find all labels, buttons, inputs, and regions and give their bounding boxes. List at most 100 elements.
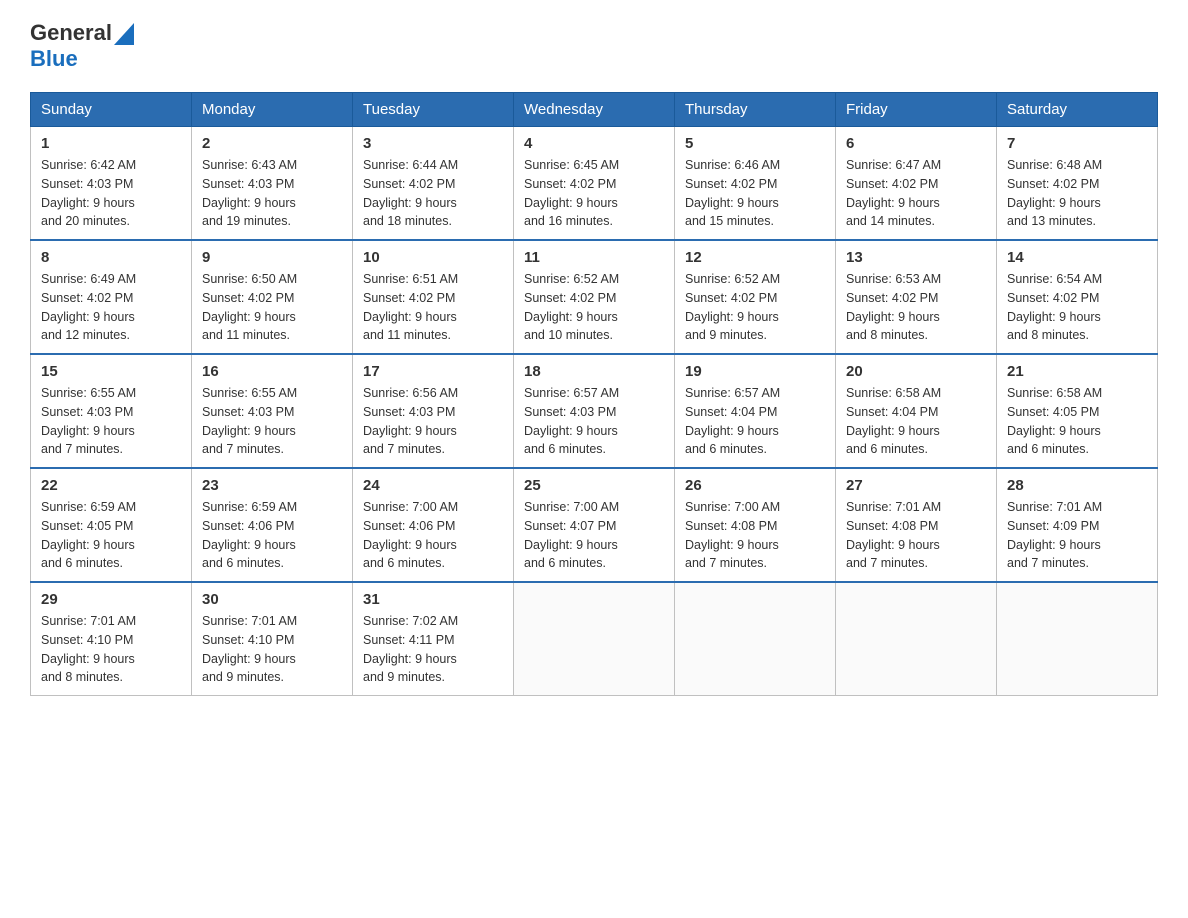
calendar-cell: 3 Sunrise: 6:44 AMSunset: 4:02 PMDaylight… <box>353 127 514 241</box>
calendar-cell: 8 Sunrise: 6:49 AMSunset: 4:02 PMDaylight… <box>31 240 192 354</box>
calendar-cell: 17 Sunrise: 6:56 AMSunset: 4:03 PMDayligh… <box>353 354 514 468</box>
calendar-cell: 20 Sunrise: 6:58 AMSunset: 4:04 PMDayligh… <box>836 354 997 468</box>
day-number: 2 <box>202 135 342 152</box>
calendar-cell: 27 Sunrise: 7:01 AMSunset: 4:08 PMDayligh… <box>836 468 997 582</box>
day-info: Sunrise: 6:59 AMSunset: 4:06 PMDaylight:… <box>202 498 342 573</box>
header-wednesday: Wednesday <box>514 93 675 127</box>
day-info: Sunrise: 6:43 AMSunset: 4:03 PMDaylight:… <box>202 156 342 231</box>
calendar-cell: 29 Sunrise: 7:01 AMSunset: 4:10 PMDayligh… <box>31 582 192 696</box>
header-monday: Monday <box>192 93 353 127</box>
day-info: Sunrise: 7:01 AMSunset: 4:10 PMDaylight:… <box>41 612 181 687</box>
day-number: 23 <box>202 477 342 494</box>
day-info: Sunrise: 6:44 AMSunset: 4:02 PMDaylight:… <box>363 156 503 231</box>
day-info: Sunrise: 6:53 AMSunset: 4:02 PMDaylight:… <box>846 270 986 345</box>
calendar-cell: 5Sunrise: 6:46 AMSunset: 4:02 PMDaylight… <box>675 127 836 241</box>
calendar-cell: 9Sunrise: 6:50 AMSunset: 4:02 PMDaylight… <box>192 240 353 354</box>
calendar-cell: 28 Sunrise: 7:01 AMSunset: 4:09 PMDayligh… <box>997 468 1158 582</box>
calendar-week-row: 1Sunrise: 6:42 AMSunset: 4:03 PMDaylight… <box>31 127 1158 241</box>
day-number: 16 <box>202 363 342 380</box>
calendar-cell: 25 Sunrise: 7:00 AMSunset: 4:07 PMDayligh… <box>514 468 675 582</box>
day-number: 28 <box>1007 477 1147 494</box>
day-number: 26 <box>685 477 825 494</box>
calendar-week-row: 8 Sunrise: 6:49 AMSunset: 4:02 PMDaylight… <box>31 240 1158 354</box>
calendar-cell: 15 Sunrise: 6:55 AMSunset: 4:03 PMDayligh… <box>31 354 192 468</box>
day-info: Sunrise: 7:00 AMSunset: 4:07 PMDaylight:… <box>524 498 664 573</box>
day-number: 25 <box>524 477 664 494</box>
day-number: 19 <box>685 363 825 380</box>
day-number: 8 <box>41 249 181 266</box>
page-header: General Blue <box>30 20 1158 72</box>
day-number: 27 <box>846 477 986 494</box>
calendar-week-row: 22 Sunrise: 6:59 AMSunset: 4:05 PMDayligh… <box>31 468 1158 582</box>
logo-triangle-icon <box>114 23 134 45</box>
day-info: Sunrise: 7:01 AMSunset: 4:10 PMDaylight:… <box>202 612 342 687</box>
calendar-cell: 2 Sunrise: 6:43 AMSunset: 4:03 PMDaylight… <box>192 127 353 241</box>
day-info: Sunrise: 6:48 AMSunset: 4:02 PMDaylight:… <box>1007 156 1147 231</box>
day-number: 29 <box>41 591 181 608</box>
day-info: Sunrise: 7:00 AMSunset: 4:06 PMDaylight:… <box>363 498 503 573</box>
day-number: 21 <box>1007 363 1147 380</box>
day-number: 17 <box>363 363 503 380</box>
day-info: Sunrise: 6:55 AMSunset: 4:03 PMDaylight:… <box>41 384 181 459</box>
day-number: 24 <box>363 477 503 494</box>
day-number: 1 <box>41 135 181 152</box>
calendar-cell: 14 Sunrise: 6:54 AMSunset: 4:02 PMDayligh… <box>997 240 1158 354</box>
calendar-cell: 19Sunrise: 6:57 AMSunset: 4:04 PMDayligh… <box>675 354 836 468</box>
day-number: 20 <box>846 363 986 380</box>
day-info: Sunrise: 6:54 AMSunset: 4:02 PMDaylight:… <box>1007 270 1147 345</box>
day-info: Sunrise: 6:58 AMSunset: 4:05 PMDaylight:… <box>1007 384 1147 459</box>
day-info: Sunrise: 6:55 AMSunset: 4:03 PMDaylight:… <box>202 384 342 459</box>
calendar-cell: 22 Sunrise: 6:59 AMSunset: 4:05 PMDayligh… <box>31 468 192 582</box>
day-number: 15 <box>41 363 181 380</box>
day-info: Sunrise: 6:46 AMSunset: 4:02 PMDaylight:… <box>685 156 825 231</box>
day-info: Sunrise: 7:00 AMSunset: 4:08 PMDaylight:… <box>685 498 825 573</box>
calendar-cell: 13 Sunrise: 6:53 AMSunset: 4:02 PMDayligh… <box>836 240 997 354</box>
day-info: Sunrise: 6:52 AMSunset: 4:02 PMDaylight:… <box>524 270 664 345</box>
calendar-cell: 26 Sunrise: 7:00 AMSunset: 4:08 PMDayligh… <box>675 468 836 582</box>
calendar-table: Sunday Monday Tuesday Wednesday Thursday… <box>30 92 1158 696</box>
header-thursday: Thursday <box>675 93 836 127</box>
day-info: Sunrise: 7:01 AMSunset: 4:08 PMDaylight:… <box>846 498 986 573</box>
calendar-cell: 11 Sunrise: 6:52 AMSunset: 4:02 PMDayligh… <box>514 240 675 354</box>
day-info: Sunrise: 6:47 AMSunset: 4:02 PMDaylight:… <box>846 156 986 231</box>
day-number: 7 <box>1007 135 1147 152</box>
day-info: Sunrise: 6:52 AMSunset: 4:02 PMDaylight:… <box>685 270 825 345</box>
day-info: Sunrise: 6:59 AMSunset: 4:05 PMDaylight:… <box>41 498 181 573</box>
logo-blue-text: Blue <box>30 46 78 72</box>
day-number: 9 <box>202 249 342 266</box>
header-friday: Friday <box>836 93 997 127</box>
calendar-week-row: 29 Sunrise: 7:01 AMSunset: 4:10 PMDayligh… <box>31 582 1158 696</box>
day-number: 3 <box>363 135 503 152</box>
calendar-cell: 7 Sunrise: 6:48 AMSunset: 4:02 PMDaylight… <box>997 127 1158 241</box>
day-number: 11 <box>524 249 664 266</box>
day-number: 13 <box>846 249 986 266</box>
day-number: 14 <box>1007 249 1147 266</box>
day-info: Sunrise: 6:51 AMSunset: 4:02 PMDaylight:… <box>363 270 503 345</box>
calendar-cell: 12 Sunrise: 6:52 AMSunset: 4:02 PMDayligh… <box>675 240 836 354</box>
day-number: 22 <box>41 477 181 494</box>
day-number: 10 <box>363 249 503 266</box>
calendar-cell: 23 Sunrise: 6:59 AMSunset: 4:06 PMDayligh… <box>192 468 353 582</box>
calendar-cell <box>675 582 836 696</box>
days-header-row: Sunday Monday Tuesday Wednesday Thursday… <box>31 93 1158 127</box>
calendar-week-row: 15 Sunrise: 6:55 AMSunset: 4:03 PMDayligh… <box>31 354 1158 468</box>
calendar-cell <box>836 582 997 696</box>
day-number: 12 <box>685 249 825 266</box>
day-info: Sunrise: 6:45 AMSunset: 4:02 PMDaylight:… <box>524 156 664 231</box>
day-info: Sunrise: 6:56 AMSunset: 4:03 PMDaylight:… <box>363 384 503 459</box>
calendar-cell: 6Sunrise: 6:47 AMSunset: 4:02 PMDaylight… <box>836 127 997 241</box>
day-number: 4 <box>524 135 664 152</box>
day-number: 31 <box>363 591 503 608</box>
calendar-cell: 30Sunrise: 7:01 AMSunset: 4:10 PMDayligh… <box>192 582 353 696</box>
calendar-cell: 18Sunrise: 6:57 AMSunset: 4:03 PMDayligh… <box>514 354 675 468</box>
day-info: Sunrise: 6:57 AMSunset: 4:03 PMDaylight:… <box>524 384 664 459</box>
calendar-cell <box>514 582 675 696</box>
day-info: Sunrise: 6:58 AMSunset: 4:04 PMDaylight:… <box>846 384 986 459</box>
day-info: Sunrise: 6:49 AMSunset: 4:02 PMDaylight:… <box>41 270 181 345</box>
calendar-cell: 16 Sunrise: 6:55 AMSunset: 4:03 PMDayligh… <box>192 354 353 468</box>
day-info: Sunrise: 7:01 AMSunset: 4:09 PMDaylight:… <box>1007 498 1147 573</box>
calendar-cell: 10 Sunrise: 6:51 AMSunset: 4:02 PMDayligh… <box>353 240 514 354</box>
logo-general-text: General <box>30 20 112 46</box>
header-saturday: Saturday <box>997 93 1158 127</box>
calendar-cell: 24 Sunrise: 7:00 AMSunset: 4:06 PMDayligh… <box>353 468 514 582</box>
